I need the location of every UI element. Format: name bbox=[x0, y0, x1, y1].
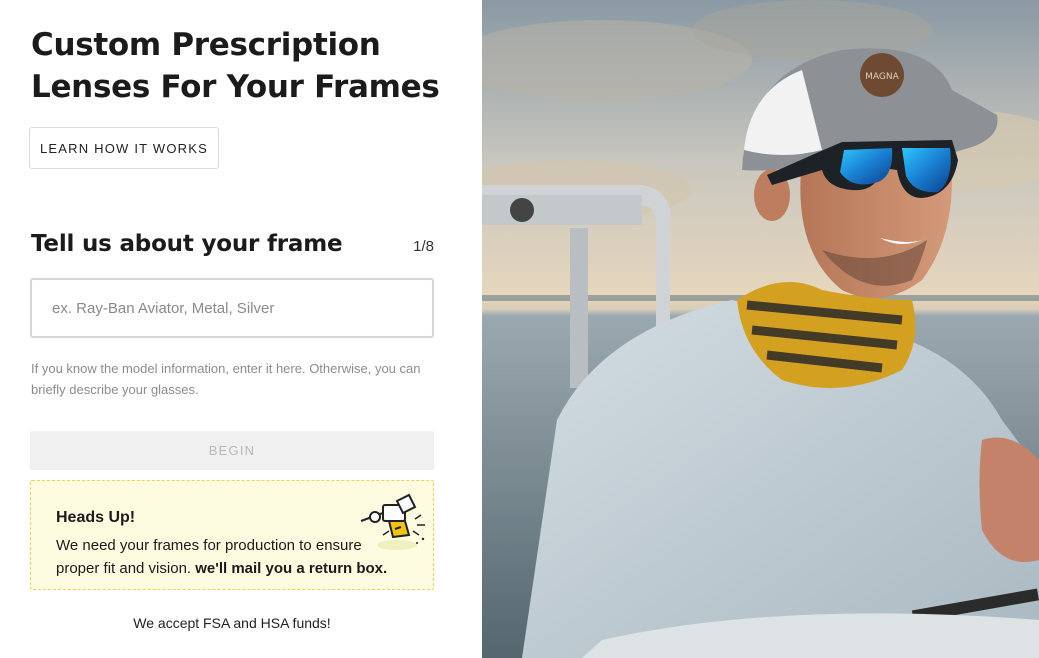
step-counter: 1/8 bbox=[413, 238, 434, 255]
frame-description-input[interactable] bbox=[30, 278, 434, 338]
heads-up-notice: Heads Up! We need your frames for produc… bbox=[30, 480, 434, 590]
mail-delivery-icon bbox=[360, 493, 425, 550]
fsa-hsa-note: We accept FSA and HSA funds! bbox=[133, 615, 331, 631]
page-title: Custom Prescription Lenses For Your Fram… bbox=[31, 27, 440, 105]
hero-photo: MAGNA bbox=[482, 0, 1039, 658]
content-panel: Custom Prescription Lenses For Your Fram… bbox=[0, 0, 482, 658]
notice-title: Heads Up! bbox=[56, 509, 136, 526]
begin-button[interactable]: BEGIN bbox=[30, 431, 434, 470]
learn-how-it-works-button[interactable]: LEARN HOW IT WORKS bbox=[29, 127, 219, 169]
cap-patch-text: MAGNA bbox=[865, 72, 899, 82]
input-help-text: If you know the model information, enter… bbox=[31, 361, 421, 397]
notice-body-emphasis: we'll mail you a return box. bbox=[195, 560, 388, 577]
hero-photo-panel: MAGNA bbox=[482, 0, 1039, 658]
step-title: Tell us about your frame bbox=[31, 231, 343, 257]
